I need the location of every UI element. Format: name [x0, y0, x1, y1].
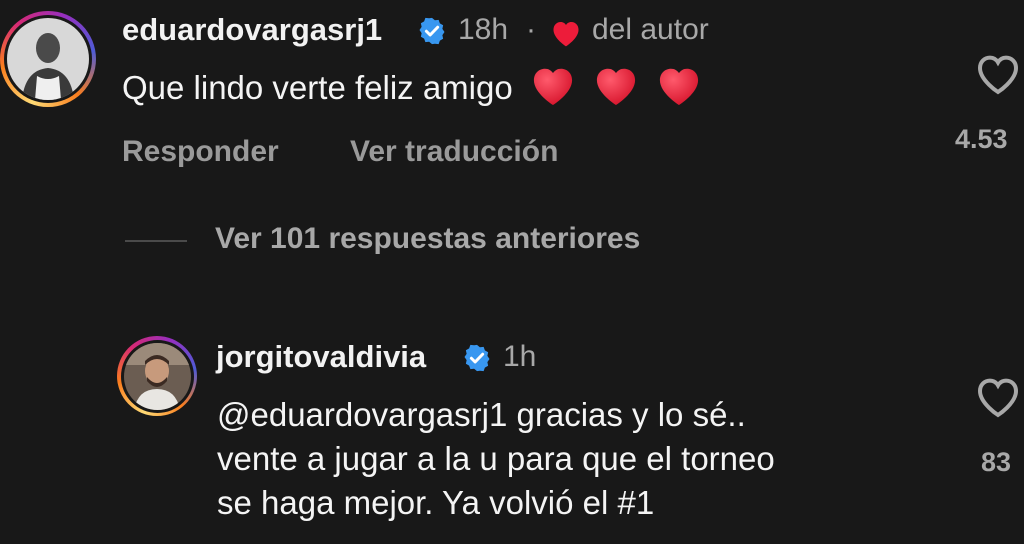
red-heart-emoji-icon: [593, 64, 639, 117]
comment-timestamp: 18h: [458, 13, 509, 46]
avatar-photo: [123, 342, 191, 410]
reply-text-line-2: vente a jugar a la u para que el torneo: [217, 440, 775, 477]
reply-text-line-3: se haga mejor. Ya volvió el #1: [217, 484, 655, 521]
author-liked-label: del autor: [592, 13, 709, 46]
author-heart-icon: [553, 21, 579, 47]
like-count: 4.53: [955, 124, 1008, 154]
meta-separator: ·: [526, 13, 536, 46]
reply-like-count: 83: [981, 447, 1012, 477]
reply-text-line-1: @eduardovargasrj1 gracias y lo sé..: [217, 396, 746, 433]
avatar-photo: [7, 18, 89, 100]
replies-divider: [125, 240, 187, 242]
red-heart-emoji-icon: [530, 64, 576, 117]
red-heart-emoji-icon: [656, 64, 702, 117]
reply-timestamp: 1h: [503, 340, 537, 373]
verified-badge-icon: [419, 17, 445, 45]
comment-text: Que lindo verte feliz amigo: [122, 64, 702, 117]
reply-username[interactable]: jorgitovaldivia: [216, 339, 426, 375]
see-translation-button[interactable]: Ver traducción: [350, 135, 558, 169]
comment-username[interactable]: eduardovargasrj1: [122, 12, 382, 48]
like-heart-icon[interactable]: [974, 52, 1022, 96]
comments-panel: eduardovargasrj1 18h · del autor Que lin…: [0, 0, 1024, 544]
comment-text-content: Que lindo verte feliz amigo: [122, 69, 513, 107]
avatar-eduardovargasrj1[interactable]: [0, 11, 96, 107]
reply-button[interactable]: Responder: [122, 135, 279, 169]
verified-badge-icon: [464, 344, 490, 372]
view-previous-replies-button[interactable]: Ver 101 respuestas anteriores: [215, 222, 640, 256]
avatar-jorgitovaldivia[interactable]: [117, 336, 197, 416]
like-heart-icon[interactable]: [974, 375, 1022, 419]
